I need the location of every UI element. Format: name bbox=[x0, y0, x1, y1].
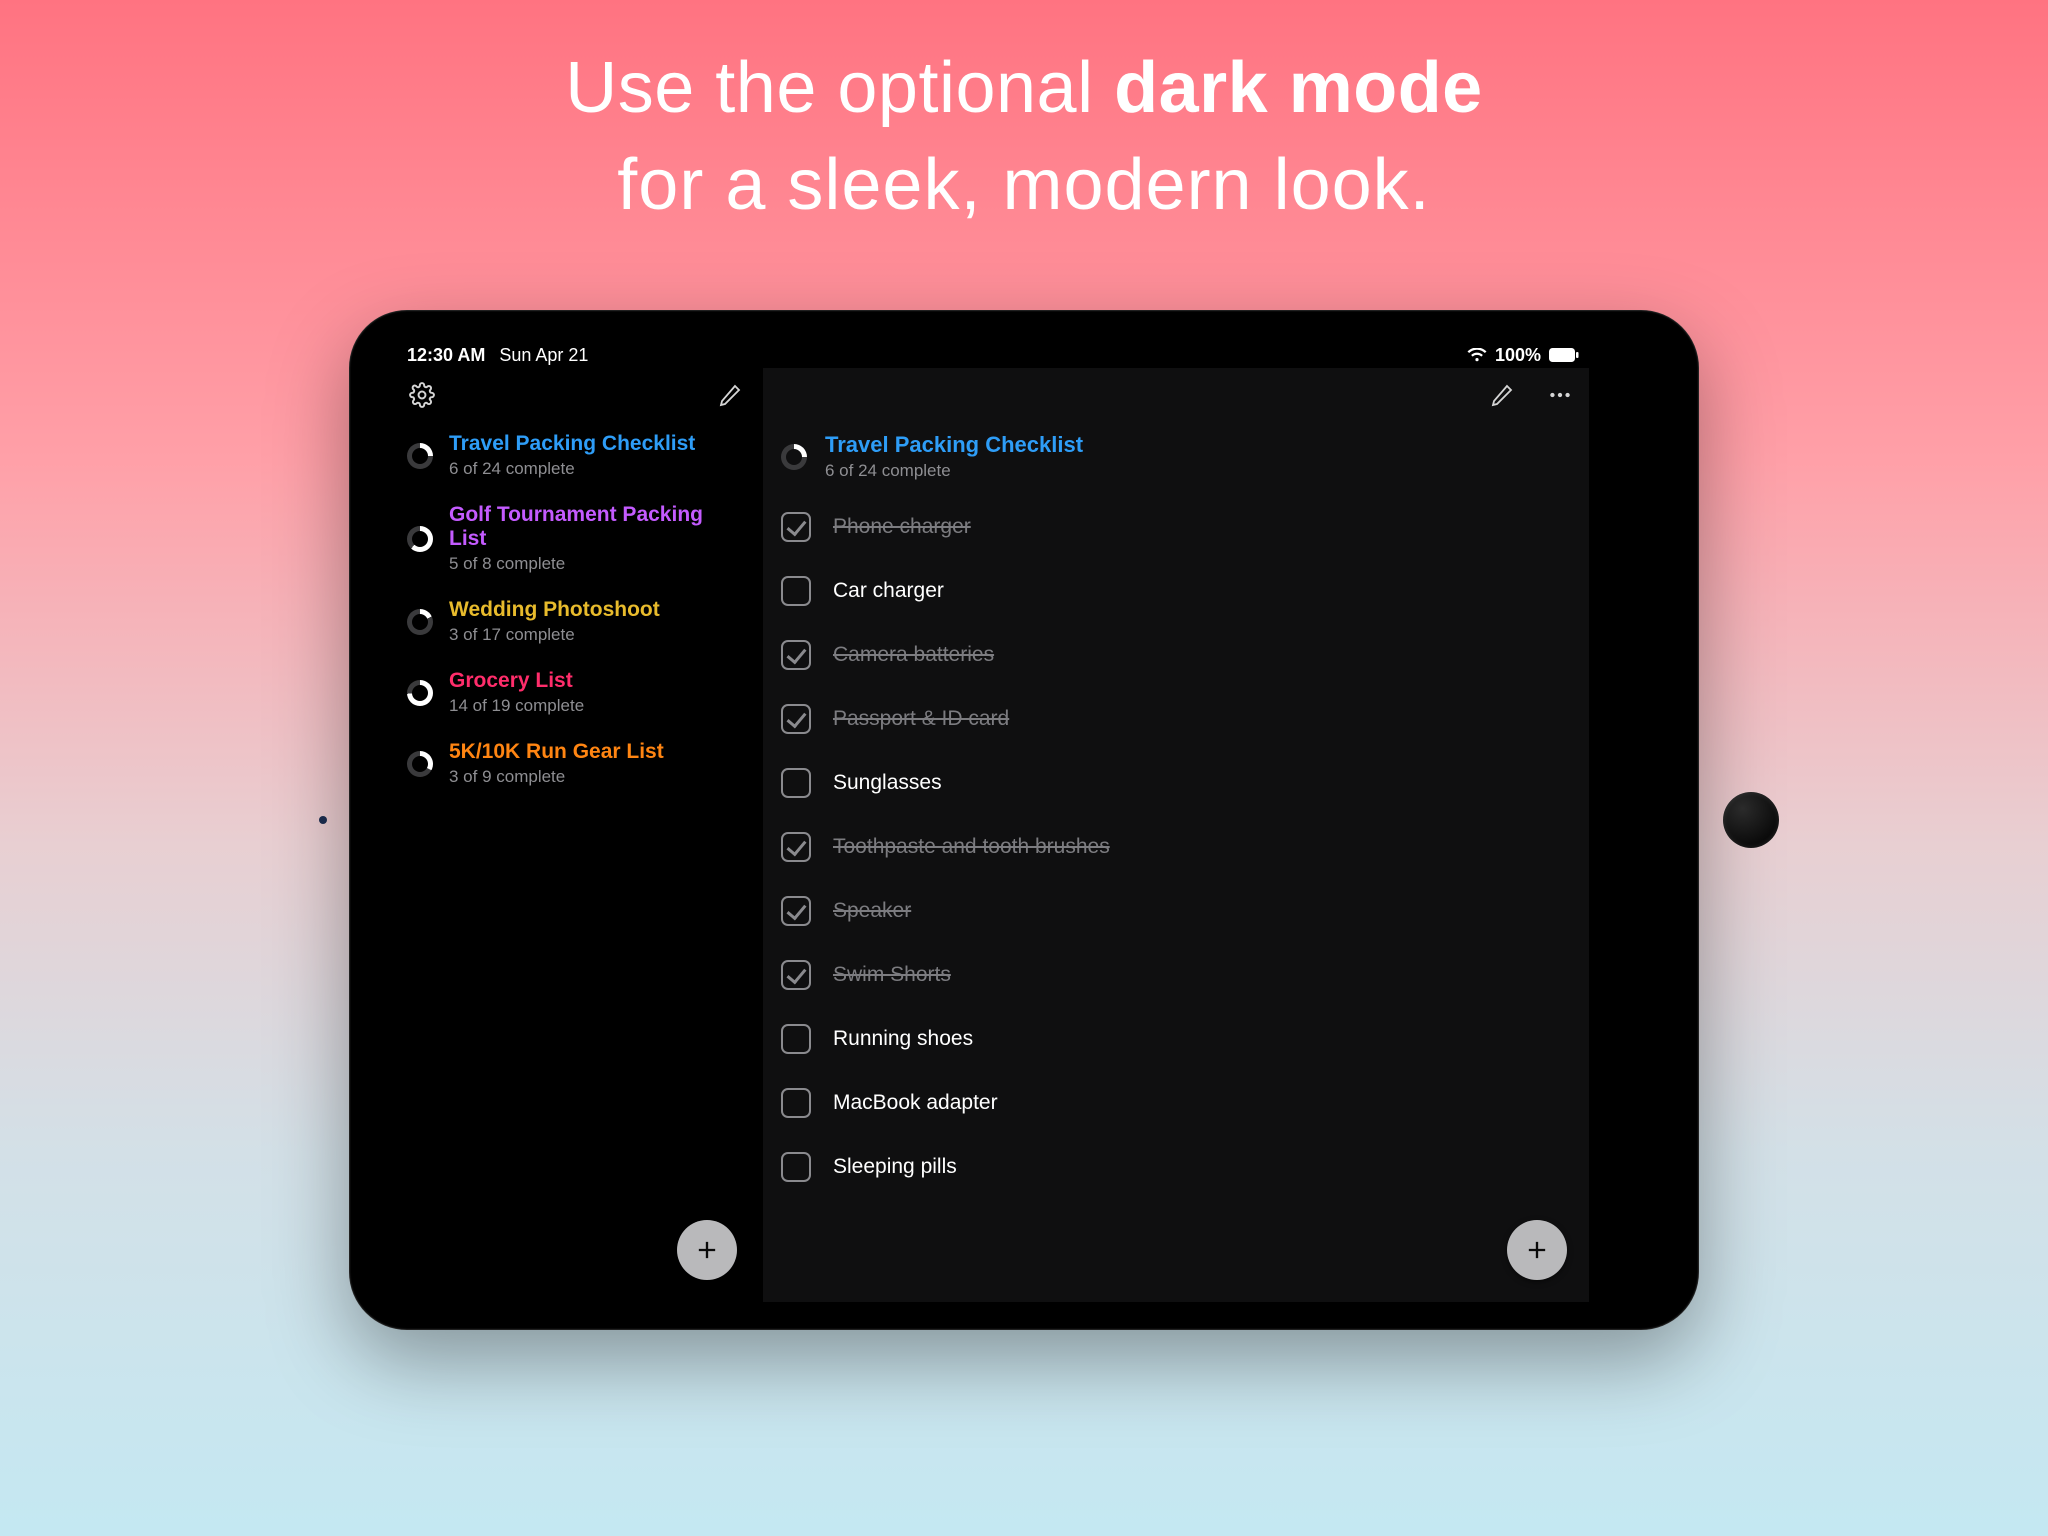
sidebar-list-subtitle: 3 of 9 complete bbox=[449, 767, 664, 787]
checkbox[interactable] bbox=[781, 960, 811, 990]
checklist-item-label: Speaker bbox=[833, 899, 911, 923]
sidebar-list-item[interactable]: 5K/10K Run Gear List 3 of 9 complete bbox=[397, 728, 759, 799]
checkbox[interactable] bbox=[781, 576, 811, 606]
sidebar-list-title: Travel Packing Checklist bbox=[449, 432, 695, 456]
sidebar-list-item[interactable]: Travel Packing Checklist 6 of 24 complete bbox=[397, 420, 759, 491]
checklist-item-label: Camera batteries bbox=[833, 643, 994, 667]
sidebar-list-title: Wedding Photoshoot bbox=[449, 598, 660, 622]
main-panel: Travel Packing Checklist 6 of 24 complet… bbox=[763, 368, 1589, 1302]
battery-icon bbox=[1549, 348, 1579, 362]
checklist-item[interactable]: Running shoes bbox=[763, 1007, 1589, 1071]
tablet-frame: 12:30 AM Sun Apr 21 100% bbox=[349, 310, 1699, 1330]
progress-donut-icon bbox=[407, 526, 433, 552]
status-time: 12:30 AM bbox=[407, 345, 485, 366]
checkbox[interactable] bbox=[781, 1152, 811, 1182]
checklist-items: Phone charger Car charger Camera batteries… bbox=[763, 491, 1589, 1279]
checkbox[interactable] bbox=[781, 640, 811, 670]
checkbox[interactable] bbox=[781, 704, 811, 734]
checkbox[interactable] bbox=[781, 1088, 811, 1118]
add-item-button[interactable] bbox=[1507, 1220, 1567, 1280]
gear-icon[interactable] bbox=[407, 380, 437, 410]
device-camera bbox=[319, 816, 327, 824]
status-date: Sun Apr 21 bbox=[499, 345, 588, 366]
checkbox[interactable] bbox=[781, 832, 811, 862]
checklist-item[interactable]: Sunglasses bbox=[763, 751, 1589, 815]
sidebar-list-title: Grocery List bbox=[449, 669, 584, 693]
checklist-item-label: MacBook adapter bbox=[833, 1091, 998, 1115]
sidebar-list-subtitle: 3 of 17 complete bbox=[449, 625, 660, 645]
checklist-item-label: Running shoes bbox=[833, 1027, 973, 1051]
checklist-item-label: Sunglasses bbox=[833, 771, 942, 795]
checklist-item-label: Sleeping pills bbox=[833, 1155, 957, 1179]
sidebar-list-subtitle: 5 of 8 complete bbox=[449, 554, 745, 574]
checklist-item-label: Phone charger bbox=[833, 515, 971, 539]
checklist-item-label: Swim Shorts bbox=[833, 963, 951, 987]
detail-subtitle: 6 of 24 complete bbox=[825, 461, 1083, 481]
checklist-item-label: Passport & ID card bbox=[833, 707, 1009, 731]
checkbox[interactable] bbox=[781, 1024, 811, 1054]
checklist-item-label: Toothpaste and tooth brushes bbox=[833, 835, 1110, 859]
more-icon[interactable] bbox=[1545, 380, 1575, 410]
pencil-icon[interactable] bbox=[715, 380, 745, 410]
progress-donut-icon bbox=[407, 751, 433, 777]
sidebar: Travel Packing Checklist 6 of 24 complete… bbox=[397, 368, 759, 1302]
checklist-item[interactable]: Toothpaste and tooth brushes bbox=[763, 815, 1589, 879]
checklist-item[interactable]: Speaker bbox=[763, 879, 1589, 943]
sidebar-list-subtitle: 14 of 19 complete bbox=[449, 696, 584, 716]
progress-donut-icon bbox=[407, 609, 433, 635]
sidebar-list-subtitle: 6 of 24 complete bbox=[449, 459, 695, 479]
wifi-icon bbox=[1467, 348, 1487, 362]
pencil-icon[interactable] bbox=[1487, 380, 1517, 410]
tablet-screen: 12:30 AM Sun Apr 21 100% bbox=[397, 338, 1589, 1302]
sidebar-list-title: Golf Tournament Packing List bbox=[449, 503, 745, 551]
checklist-item[interactable]: Car charger bbox=[763, 559, 1589, 623]
sidebar-list-item[interactable]: Wedding Photoshoot 3 of 17 complete bbox=[397, 586, 759, 657]
sidebar-list-title: 5K/10K Run Gear List bbox=[449, 740, 664, 764]
progress-donut-icon bbox=[407, 680, 433, 706]
sidebar-list-item[interactable]: Grocery List 14 of 19 complete bbox=[397, 657, 759, 728]
add-list-button[interactable] bbox=[677, 1220, 737, 1280]
progress-donut-icon bbox=[781, 444, 807, 470]
main-toolbar bbox=[763, 368, 1589, 418]
headline-line2: for a sleek, modern look. bbox=[0, 137, 2048, 234]
checklist-item[interactable]: Camera batteries bbox=[763, 623, 1589, 687]
sidebar-toolbar bbox=[397, 368, 759, 418]
marketing-headline: Use the optional dark mode for a sleek, … bbox=[0, 0, 2048, 234]
checklist-item[interactable]: Passport & ID card bbox=[763, 687, 1589, 751]
device-home-button[interactable] bbox=[1723, 792, 1779, 848]
status-battery-text: 100% bbox=[1495, 345, 1541, 366]
checkbox[interactable] bbox=[781, 512, 811, 542]
headline-prefix: Use the optional bbox=[565, 48, 1114, 128]
sidebar-lists: Travel Packing Checklist 6 of 24 complete… bbox=[397, 418, 759, 799]
detail-title: Travel Packing Checklist bbox=[825, 432, 1083, 458]
checklist-item[interactable]: Swim Shorts bbox=[763, 943, 1589, 1007]
checklist-item[interactable]: Sleeping pills bbox=[763, 1135, 1589, 1199]
progress-donut-icon bbox=[407, 443, 433, 469]
status-bar: 12:30 AM Sun Apr 21 100% bbox=[397, 338, 1589, 368]
checklist-item-label: Car charger bbox=[833, 579, 944, 603]
checkbox[interactable] bbox=[781, 896, 811, 926]
detail-header: Travel Packing Checklist 6 of 24 complet… bbox=[763, 418, 1589, 491]
checklist-item[interactable]: Phone charger bbox=[763, 495, 1589, 559]
checklist-item[interactable]: MacBook adapter bbox=[763, 1071, 1589, 1135]
sidebar-list-item[interactable]: Golf Tournament Packing List 5 of 8 compl… bbox=[397, 491, 759, 586]
headline-bold: dark mode bbox=[1114, 48, 1483, 128]
checkbox[interactable] bbox=[781, 768, 811, 798]
